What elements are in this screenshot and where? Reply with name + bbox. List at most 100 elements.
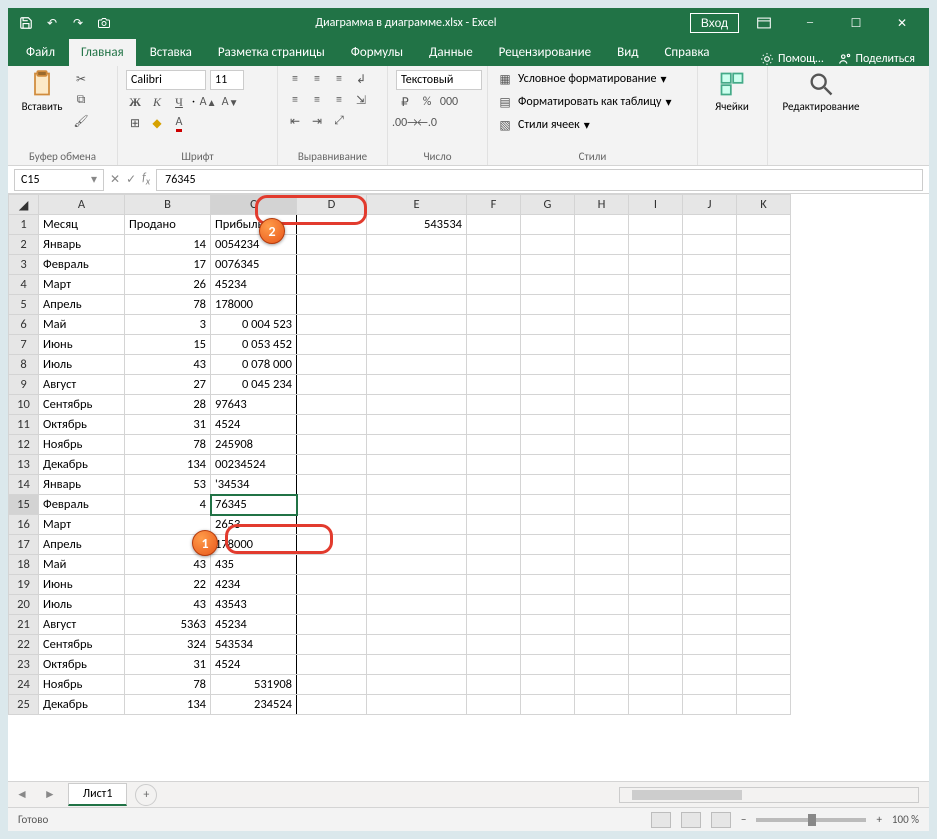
cell[interactable]: 76345 [211,495,297,515]
cell[interactable] [629,575,683,595]
cell[interactable]: 0076345 [211,255,297,275]
col-header-G[interactable]: G [521,195,575,215]
cell[interactable]: Февраль [39,255,125,275]
currency-icon[interactable]: ₽ [396,93,414,111]
row-header[interactable]: 17 [9,535,39,555]
sheet-nav-next-icon[interactable]: ► [36,787,64,802]
cell[interactable] [297,655,367,675]
cell[interactable] [367,375,467,395]
orientation-icon[interactable]: ⤢ [330,112,348,130]
cell[interactable] [629,315,683,335]
cell[interactable] [629,615,683,635]
cell[interactable] [629,295,683,315]
cell[interactable]: 78 [125,435,211,455]
bold-button[interactable]: Ж [126,93,144,111]
cell[interactable] [737,515,791,535]
col-header-E[interactable]: E [367,195,467,215]
align-bottom-icon[interactable]: ≡ [330,70,348,88]
cell[interactable] [297,395,367,415]
sheet-nav-prev-icon[interactable]: ◄ [8,787,36,802]
cell[interactable] [629,655,683,675]
cell[interactable] [467,375,521,395]
cell[interactable]: '34534 [211,475,297,495]
cell[interactable] [467,435,521,455]
cell[interactable] [297,475,367,495]
align-top-icon[interactable]: ≡ [286,70,304,88]
cell[interactable]: Октябрь [39,655,125,675]
cell[interactable]: 43 [125,595,211,615]
cell[interactable] [575,395,629,415]
cell[interactable] [737,215,791,235]
cell[interactable]: 78 [125,675,211,695]
cell[interactable] [683,215,737,235]
cell[interactable] [467,235,521,255]
cell[interactable] [683,435,737,455]
cell[interactable] [297,575,367,595]
redo-icon[interactable]: ↷ [70,15,86,31]
row-header[interactable]: 25 [9,695,39,715]
cell[interactable] [575,615,629,635]
tab-view[interactable]: Вид [605,39,650,66]
cell[interactable] [297,555,367,575]
increase-indent-icon[interactable]: ⇥ [308,112,326,130]
cell[interactable] [737,635,791,655]
cell[interactable] [521,635,575,655]
row-header[interactable]: 11 [9,415,39,435]
cell[interactable] [575,655,629,675]
tab-page-layout[interactable]: Разметка страницы [206,39,337,66]
tab-help[interactable]: Справка [652,39,721,66]
cell[interactable] [737,655,791,675]
cell[interactable] [737,255,791,275]
row-header[interactable]: 7 [9,335,39,355]
col-header-D[interactable]: D [297,195,367,215]
cell[interactable] [297,675,367,695]
name-box[interactable]: C15▾ [14,169,104,191]
cell[interactable]: Май [39,315,125,335]
cell[interactable]: Март [39,275,125,295]
cell[interactable] [683,295,737,315]
row-header[interactable]: 16 [9,515,39,535]
cell[interactable] [629,515,683,535]
cell[interactable]: 531908 [211,675,297,695]
cell[interactable] [683,255,737,275]
cell[interactable] [367,455,467,475]
thousands-icon[interactable]: 000 [440,93,458,111]
cell[interactable]: Январь [39,475,125,495]
cell[interactable] [737,675,791,695]
row-header[interactable]: 9 [9,375,39,395]
cell[interactable] [297,455,367,475]
cell[interactable] [521,355,575,375]
cell[interactable] [467,455,521,475]
row-header[interactable]: 6 [9,315,39,335]
cell[interactable] [367,415,467,435]
cell[interactable] [367,315,467,335]
col-header-J[interactable]: J [683,195,737,215]
cell[interactable] [467,315,521,335]
cell[interactable] [367,555,467,575]
cell[interactable] [297,375,367,395]
cell[interactable] [629,395,683,415]
cell[interactable] [521,435,575,455]
cell[interactable] [737,415,791,435]
cell[interactable] [297,535,367,555]
cell[interactable] [737,555,791,575]
wrap-text-icon[interactable]: ↲ [352,70,370,88]
tab-data[interactable]: Данные [417,39,485,66]
add-sheet-button[interactable]: + [135,784,157,806]
tab-insert[interactable]: Вставка [138,39,204,66]
cell[interactable] [737,595,791,615]
percent-icon[interactable]: % [418,93,436,111]
cell[interactable]: 324 [125,635,211,655]
cell[interactable] [367,395,467,415]
cell[interactable] [521,535,575,555]
cell[interactable] [521,455,575,475]
cell[interactable] [521,235,575,255]
cell[interactable] [629,455,683,475]
cell-styles-button[interactable]: ▧Стили ячеек ▾ [496,116,590,134]
col-header-C[interactable]: C [211,195,297,215]
cell[interactable] [521,255,575,275]
normal-view-icon[interactable] [651,812,671,828]
col-header-K[interactable]: K [737,195,791,215]
cell[interactable] [521,555,575,575]
cell[interactable] [683,555,737,575]
